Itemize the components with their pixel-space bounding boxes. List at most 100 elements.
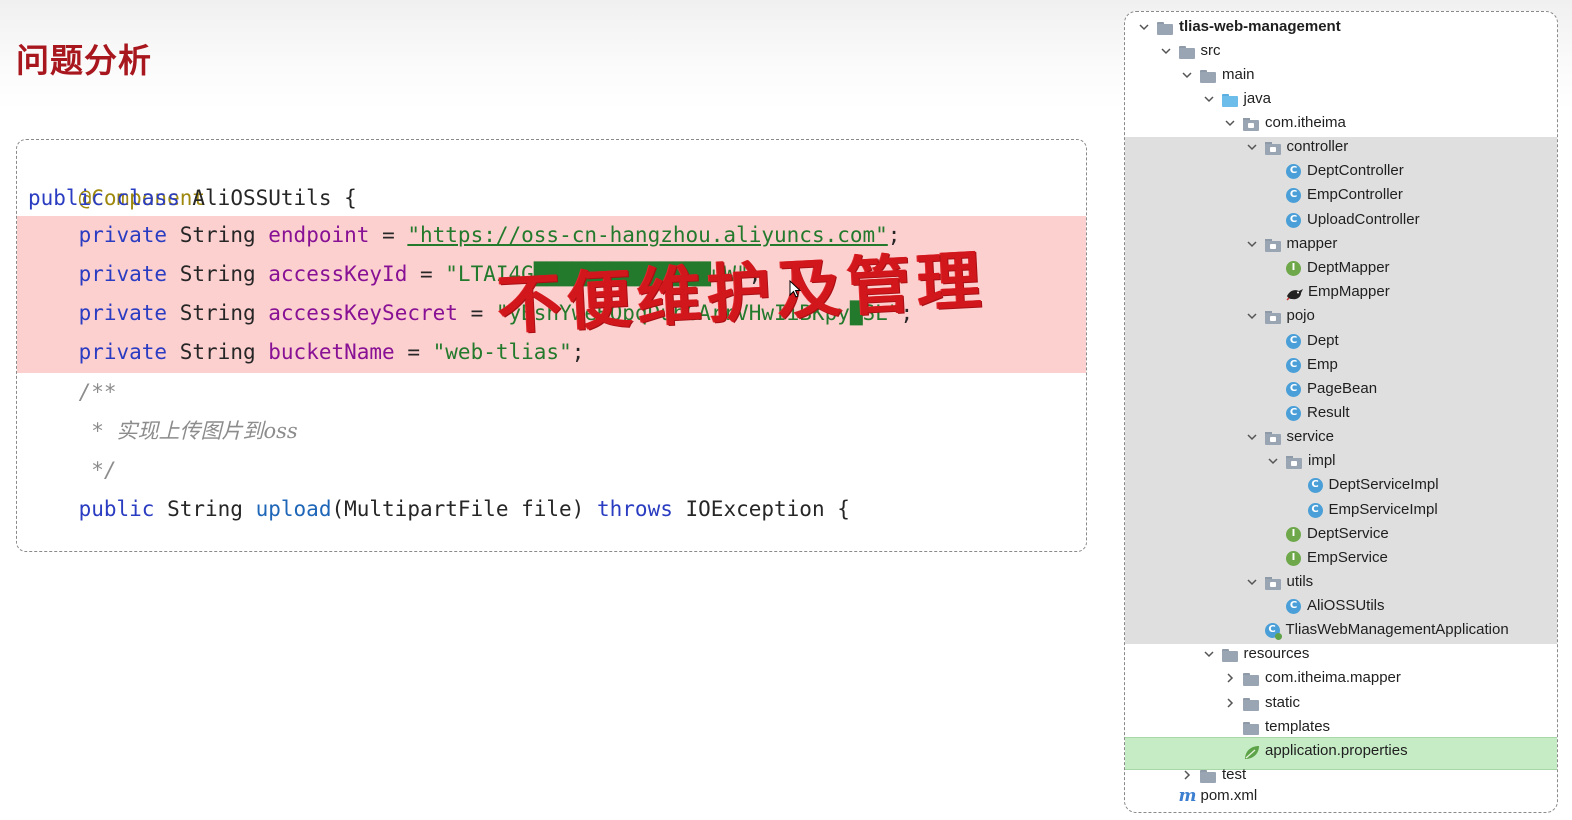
source-folder-icon — [1221, 92, 1239, 107]
tree-item[interactable]: C PageBean — [1266, 377, 1377, 401]
tree-item[interactable]: C Dept — [1266, 329, 1339, 353]
chevron-down-icon[interactable] — [1223, 116, 1237, 130]
keyword-throws: throws — [597, 497, 673, 521]
class-name: AliOSSUtils { — [192, 186, 357, 210]
tree-item[interactable]: C DeptController — [1266, 159, 1404, 183]
chevron-down-icon[interactable] — [1245, 140, 1259, 154]
code-line-comment-open: /** — [28, 373, 117, 412]
tree-item[interactable]: application.properties — [1223, 739, 1408, 763]
tree-item[interactable]: java — [1202, 87, 1271, 111]
chevron-down-icon[interactable] — [1266, 454, 1280, 468]
tree-item[interactable]: com.itheima.mapper — [1223, 666, 1401, 690]
comment-open: /** — [78, 380, 117, 404]
comment-text: 实现上传图片到oss — [116, 419, 298, 443]
chevron-down-icon[interactable] — [1137, 20, 1151, 34]
tree-item[interactable]: tlias-web-management — [1137, 15, 1341, 39]
project-tree-panel: tlias-web-management src main java com.ithei… — [1124, 11, 1558, 813]
tree-item[interactable]: C EmpServiceImpl — [1288, 498, 1438, 522]
tree-item[interactable]: static — [1223, 691, 1300, 715]
class-icon: C — [1286, 405, 1301, 421]
slide-title: 问题分析 — [16, 41, 152, 80]
tree-item-label: DeptController — [1307, 162, 1404, 179]
tree-item[interactable]: impl — [1266, 449, 1336, 473]
tree-item[interactable]: m pom.xml — [1159, 784, 1258, 808]
class-icon: C — [1307, 502, 1323, 518]
tree-item[interactable]: C UploadController — [1266, 208, 1420, 232]
method-params: (MultipartFile file) — [331, 497, 585, 521]
module-folder-icon — [1157, 20, 1174, 35]
tree-item[interactable]: EmpMapper — [1266, 280, 1390, 304]
tree-item-label: UploadController — [1307, 211, 1420, 228]
tree-item-label: templates — [1265, 718, 1331, 735]
folder-icon — [1200, 768, 1217, 783]
tree-item-label: Result — [1307, 404, 1350, 421]
comment-close: */ — [78, 458, 117, 482]
tree-item[interactable]: pojo — [1245, 304, 1315, 328]
method-name: upload — [255, 497, 332, 521]
tree-item[interactable]: C Result — [1266, 401, 1350, 425]
interface-icon: I — [1286, 550, 1301, 566]
spring-leaf-icon — [1243, 744, 1260, 759]
code-snippet-panel: @Component public class AliOSSUtils { pr… — [16, 139, 1087, 552]
chevron-down-icon[interactable] — [1202, 647, 1216, 661]
class-icon: C — [1286, 187, 1301, 203]
chevron-down-icon[interactable] — [1202, 92, 1216, 106]
class-icon: C — [1286, 598, 1301, 614]
tree-item[interactable]: C AliOSSUtils — [1266, 594, 1385, 618]
folder-icon — [1178, 44, 1196, 59]
tree-item-label: EmpServiceImpl — [1328, 501, 1438, 518]
tree-item[interactable]: service — [1245, 425, 1334, 449]
tree-item[interactable]: mapper — [1245, 232, 1338, 256]
tree-item[interactable]: utils — [1245, 570, 1313, 594]
tree-item[interactable]: C TliasWebManagementApplication — [1245, 618, 1509, 642]
tree-item[interactable]: templates — [1223, 715, 1330, 739]
tree-item[interactable]: C Emp — [1266, 353, 1338, 377]
tree-item[interactable]: I DeptService — [1266, 522, 1389, 546]
tree-item-label: DeptServiceImpl — [1328, 476, 1439, 493]
chevron-down-icon[interactable] — [1245, 430, 1259, 444]
resources-folder-icon — [1221, 647, 1239, 662]
tree-item[interactable]: controller — [1245, 135, 1349, 159]
chevron-down-icon[interactable] — [1180, 68, 1194, 82]
tree-item-label: EmpMapper — [1308, 283, 1390, 300]
tree-item[interactable]: resources — [1202, 642, 1309, 666]
tree-item-label: EmpController — [1307, 186, 1403, 203]
chevron-down-icon[interactable] — [1245, 237, 1259, 251]
folder-icon — [1243, 671, 1260, 686]
tree-item[interactable]: src — [1159, 39, 1221, 63]
tree-item-label: application.properties — [1265, 742, 1408, 759]
keyword-private: private — [78, 262, 168, 286]
tree-item[interactable]: C DeptServiceImpl — [1288, 473, 1439, 497]
keyword-class: class — [116, 186, 180, 210]
chevron-right-icon[interactable] — [1223, 671, 1237, 685]
code-line-comment-body: * 实现上传图片到oss — [28, 412, 298, 451]
chevron-right-icon[interactable] — [1223, 696, 1237, 710]
package-icon — [1264, 140, 1282, 155]
package-icon — [1264, 430, 1282, 445]
chevron-down-icon[interactable] — [1159, 44, 1173, 58]
tree-item-label: static — [1265, 694, 1301, 711]
tree-item[interactable]: I EmpService — [1266, 546, 1388, 570]
chevron-down-icon[interactable] — [1245, 309, 1259, 323]
tree-item-label: DeptMapper — [1307, 259, 1390, 276]
chevron-right-icon[interactable] — [1180, 768, 1194, 782]
field-name: endpoint — [268, 223, 370, 247]
package-icon — [1264, 309, 1282, 324]
tree-item-label: mapper — [1286, 235, 1338, 252]
tree-item[interactable]: com.itheima — [1223, 111, 1346, 135]
tree-item-label: controller — [1286, 138, 1349, 155]
tree-item[interactable]: main — [1180, 63, 1255, 87]
return-type: String — [167, 497, 243, 521]
chevron-down-icon[interactable] — [1245, 575, 1259, 589]
class-icon: C — [1286, 212, 1301, 228]
tree-item[interactable]: C EmpController — [1266, 183, 1403, 207]
tree-item[interactable]: I DeptMapper — [1266, 256, 1390, 280]
